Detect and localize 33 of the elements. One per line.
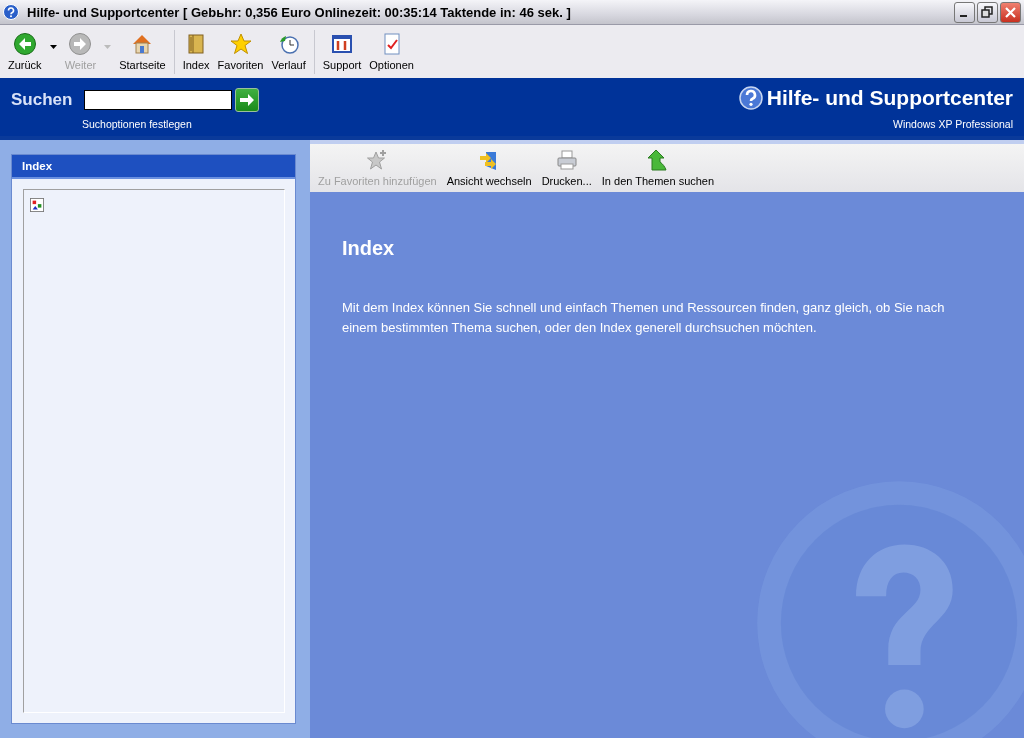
window-title: Hilfe- und Supportcenter [ Gebьhr: 0,356 Euro Onlinezeit: 00:35:14 Taktende in: 46 sek. ]	[27, 4, 572, 20]
star-icon	[228, 32, 253, 56]
product-title: Hilfe- und Supportcenter	[766, 86, 1013, 110]
toolbar-button[interactable]: Support	[318, 28, 366, 75]
minimize-icon	[959, 15, 967, 17]
search-label: Suchen	[11, 90, 73, 110]
description-text: Mit dem Index können Sie schnell und einfach Themen und Ressourcen finden, ganz gleich, ob Sie nach einem bestimmten Thema suchen, oder den Index generell durchsuchen möchten.	[342, 299, 946, 337]
toolbar-button[interactable]: Startseite	[115, 28, 170, 75]
printer-icon	[554, 148, 579, 172]
toolbar-button[interactable]: Ansicht wechseln	[441, 148, 537, 187]
help-icon	[3, 4, 19, 20]
minimize-button[interactable]	[954, 1, 975, 23]
panel-title: Index	[22, 160, 53, 172]
toolbar-button[interactable]: Index	[178, 28, 214, 75]
toolbar-button[interactable]: Verlauf	[267, 28, 310, 75]
toolbar-button[interactable]: Favoriten	[213, 28, 268, 75]
caret-icon	[104, 45, 112, 49]
caret-icon	[49, 45, 57, 49]
broken-image-icon	[30, 198, 44, 212]
close-button[interactable]	[1000, 1, 1021, 23]
toolbar-button[interactable]: In den Themen suchen	[596, 148, 720, 187]
help-icon	[738, 86, 763, 110]
page-heading: Index	[342, 237, 396, 260]
search-options-link[interactable]: Suchoptionen festlegen	[82, 118, 260, 130]
toolbar-button[interactable]: Zurück	[4, 28, 46, 75]
search-go-button[interactable]	[235, 88, 260, 112]
edition-label: Windows XP Professional	[892, 118, 1013, 130]
restore-button[interactable]	[977, 1, 998, 23]
search-field[interactable]	[84, 90, 233, 110]
arrow-up-icon	[645, 148, 670, 172]
toolbar-button[interactable]: Optionen	[365, 28, 418, 75]
toolbox-icon	[330, 32, 354, 56]
toolbar-button[interactable]: Drucken...	[536, 148, 597, 187]
